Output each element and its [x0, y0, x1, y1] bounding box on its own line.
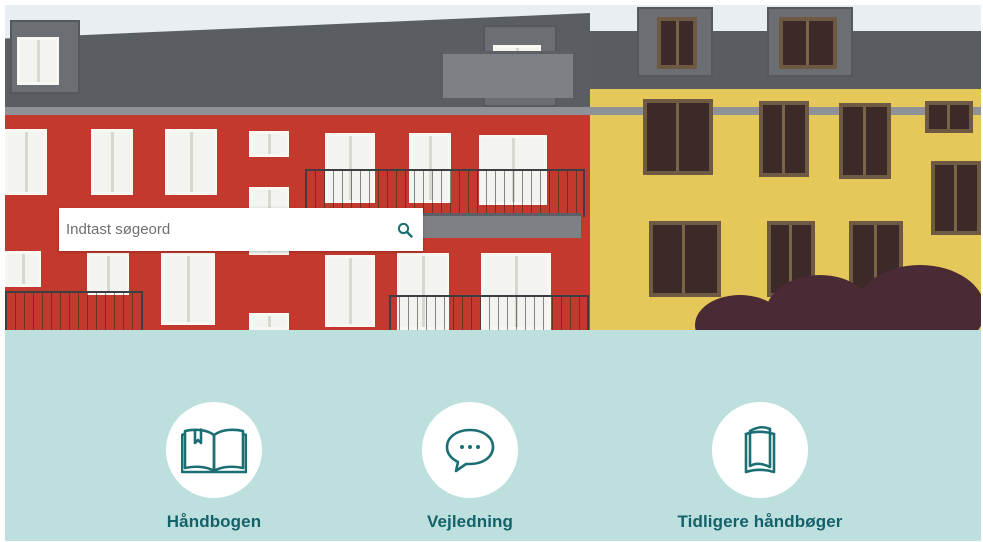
hero-window: [91, 129, 133, 195]
hero-window: [759, 101, 809, 177]
tile-label: Vejledning: [426, 512, 514, 531]
search-bar: [59, 208, 423, 251]
hero-image: [5, 5, 981, 330]
hero-window: [931, 161, 981, 235]
hero-window: [643, 99, 713, 175]
search-icon: [397, 222, 413, 238]
hero-window: [17, 37, 59, 85]
hero-window: [249, 131, 289, 157]
tile-vejledning[interactable]: Vejledning: [360, 402, 580, 532]
page-frame: Håndbogen Vejledning: [5, 5, 981, 541]
tile-label: Håndbogen: [166, 512, 262, 531]
hero-window: [779, 17, 837, 69]
tile-label: Tidligere håndbøger: [677, 512, 843, 531]
hero-balcony: [443, 51, 573, 98]
hero-railing: [389, 295, 589, 330]
hero-window: [657, 17, 697, 69]
hero-window: [5, 251, 41, 287]
tile-icon-circle: [712, 402, 808, 498]
hero-window: [5, 129, 47, 195]
navigation-section: Håndbogen Vejledning Tidligere håndbøger: [5, 330, 981, 541]
hero-railing: [5, 291, 143, 330]
chat-bubble-icon: [445, 428, 495, 473]
hero-window: [87, 253, 129, 295]
hero-window: [165, 129, 217, 195]
hero-window: [839, 103, 891, 179]
hero-window: [161, 253, 215, 325]
hero-window: [649, 221, 721, 297]
tile-icon-circle: [422, 402, 518, 498]
tile-handbogen[interactable]: Håndbogen: [104, 402, 324, 532]
hero-window: [925, 101, 973, 133]
open-book-icon: [181, 428, 247, 474]
closed-book-icon: [744, 425, 776, 474]
tile-tidligere-handboger[interactable]: Tidligere håndbøger: [650, 402, 870, 532]
hero-window: [325, 255, 375, 327]
search-input[interactable]: [59, 208, 387, 251]
search-button[interactable]: [387, 208, 423, 251]
hero-gutter: [5, 107, 981, 115]
tile-icon-circle: [166, 402, 262, 498]
hero-window: [249, 313, 289, 330]
